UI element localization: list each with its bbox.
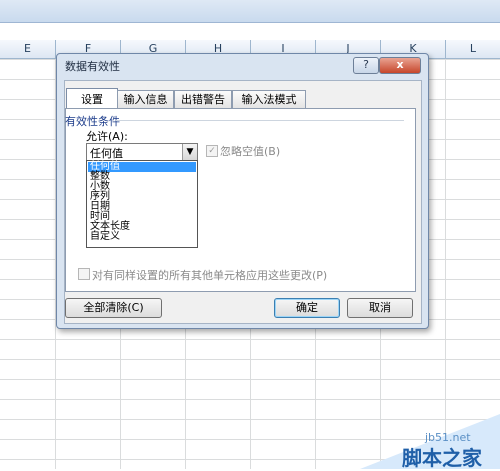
ignore-blank-label: 忽略空值(B) [220, 145, 281, 158]
tab-error-alert[interactable]: 出错警告 [174, 90, 232, 108]
apply-to-all-checkbox[interactable] [78, 268, 90, 280]
clear-all-button[interactable]: 全部清除(C) [65, 298, 162, 318]
ignore-blank-checkbox[interactable]: ✓ [206, 145, 218, 157]
apply-to-all-label: 对有同样设置的所有其他单元格应用这些更改(P) [92, 269, 328, 282]
column-header-e[interactable]: E [0, 40, 56, 58]
column-header-l[interactable]: L [446, 40, 500, 58]
close-button[interactable]: x [379, 57, 421, 74]
help-button[interactable]: ? [353, 57, 379, 74]
group-divider [116, 120, 404, 121]
allow-label: 允许(A): [86, 130, 128, 143]
dialog-titlebar[interactable]: 数据有效性 ? x [57, 54, 428, 78]
watermark-text: 脚本之家 [402, 446, 482, 470]
allow-combobox-value: 任何值 [90, 147, 123, 160]
dialog-title: 数据有效性 [65, 60, 120, 73]
ribbon-area [0, 0, 500, 23]
ok-button[interactable]: 确定 [274, 298, 340, 318]
allow-combobox[interactable]: 任何值 ▼ [86, 143, 198, 161]
dropdown-option-custom[interactable]: 自定义 [88, 232, 196, 242]
tab-settings[interactable]: 设置 [66, 88, 118, 110]
tab-input-message[interactable]: 输入信息 [117, 90, 174, 108]
chevron-down-icon[interactable]: ▼ [182, 144, 197, 160]
cancel-button[interactable]: 取消 [347, 298, 413, 318]
tab-ime-mode[interactable]: 输入法模式 [232, 90, 306, 108]
allow-dropdown-list: 任何值 整数 小数 序列 日期 时间 文本长度 自定义 [86, 160, 198, 248]
validation-criteria-label: 有效性条件 [65, 115, 120, 128]
